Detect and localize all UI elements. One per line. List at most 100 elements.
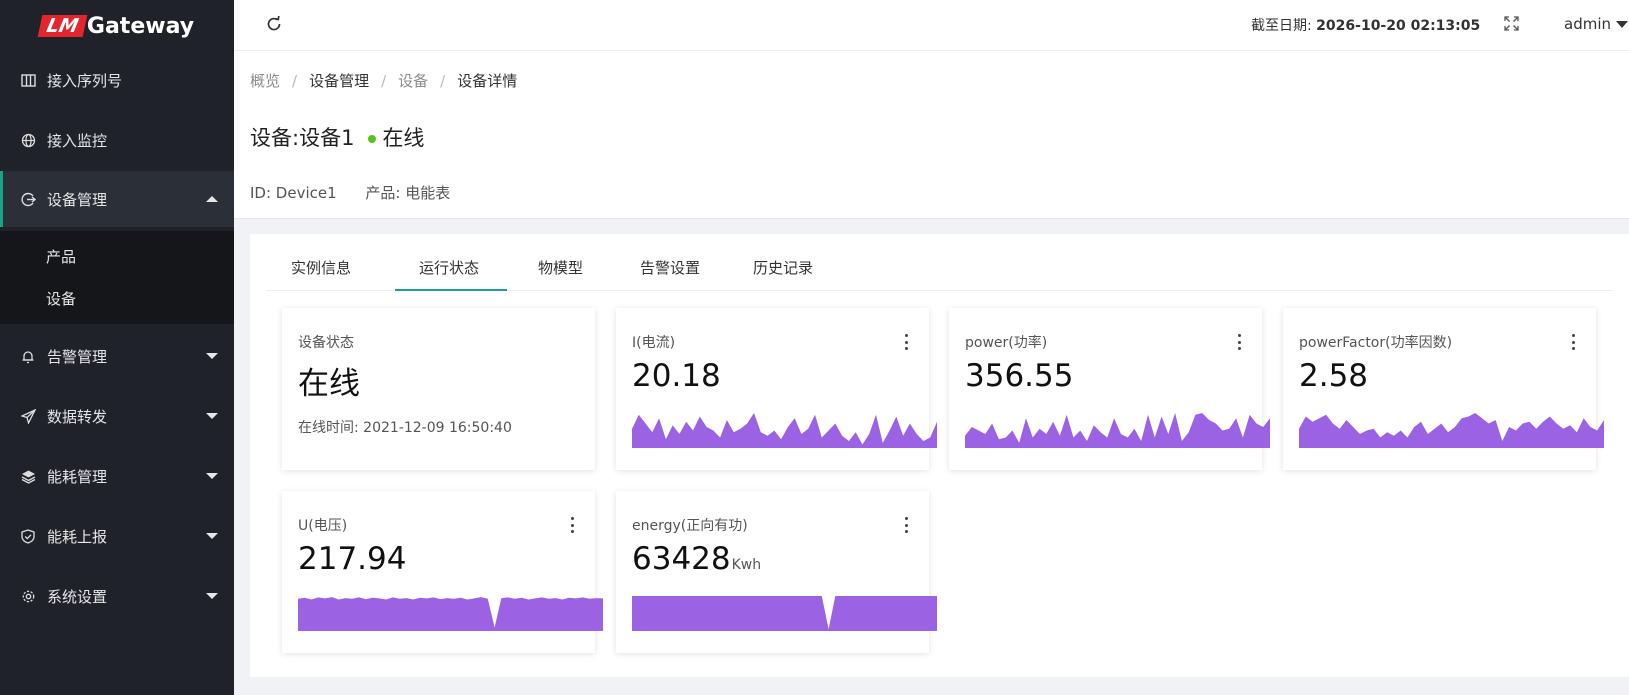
metric-card: I(电流) 20.18 [616,308,937,470]
sidebar-item-monitor[interactable]: 接入监控 [0,112,234,168]
globe-icon [20,132,36,148]
tab-instance-info[interactable]: 实例信息 [291,257,351,278]
sidebar-subitem-product[interactable]: 产品 [46,246,76,267]
sparkline-area [965,413,1270,448]
sidebar-item-energy-mgmt[interactable]: 能耗管理 [0,448,234,504]
shield-check-icon [20,528,36,544]
device-product: 产品: 电能表 [365,184,451,202]
card-value: 20.18 [632,358,721,394]
tab-bar: 实例信息 运行状态 物模型 告警设置 历史记录 [266,234,1613,291]
card-value: 217.94 [298,541,406,577]
sidebar-item-label: 告警管理 [47,347,108,366]
send-icon [20,408,36,424]
page-title: 设备:设备1 在线 [250,122,424,152]
tab-active-indicator [395,289,507,291]
device-icon [20,191,36,207]
refresh-icon[interactable] [264,14,284,34]
breadcrumb-separator: / [440,71,446,90]
sparkline-area [632,596,937,631]
metric-value: 2.58 [1299,358,1369,394]
breadcrumb-separator: / [381,71,387,90]
card-value: 在线 [298,366,360,402]
device-meta: ID: Device1 产品: 电能表 [250,182,474,203]
chevron-down-icon [206,533,218,539]
fullscreen-icon[interactable] [1504,16,1519,31]
device-title: 设备:设备1 [250,126,355,150]
chevron-down-icon [1616,20,1628,28]
breadcrumb-overview[interactable]: 概览 [250,70,280,91]
sidebar-item-forward[interactable]: 数据转发 [0,388,234,444]
cutoff-date-label: 截至日期: [1251,18,1317,34]
status-text: 在线 [382,126,425,150]
tab-thing-model[interactable]: 物模型 [538,257,583,278]
cutoff-date: 截至日期: 2026-10-20 02:13:05 [1251,15,1480,35]
sidebar-item-label: 接入序列号 [47,71,123,90]
sparkline [1299,413,1604,448]
breadcrumb-device[interactable]: 设备 [398,70,428,91]
device-id: ID: Device1 [250,184,337,202]
metric-value: 20.18 [632,358,721,394]
sidebar-item-label: 接入监控 [47,131,108,150]
more-icon[interactable] [1568,334,1578,350]
metric-card: power(功率) 356.55 [949,308,1270,470]
sparkline-area [1299,413,1604,448]
card-value: 356.55 [965,358,1073,394]
breadcrumb-device-detail: 设备详情 [457,72,518,90]
breadcrumb-separator: / [292,71,298,90]
chevron-up-icon [206,196,218,202]
tab-alarm-settings[interactable]: 告警设置 [640,257,700,278]
user-name: admin [1564,15,1611,33]
tab-history[interactable]: 历史记录 [753,257,813,278]
card-title: 设备状态 [298,335,354,351]
sparkline-area [298,597,603,631]
card-title: I(电流) [632,335,676,351]
sparkline [965,413,1270,448]
gear-icon [20,588,36,604]
sidebar-item-settings[interactable]: 系统设置 [0,568,234,624]
sidebar-subitem-device[interactable]: 设备 [46,288,76,309]
breadcrumb-device-mgmt[interactable]: 设备管理 [309,70,369,91]
tab-running-status[interactable]: 运行状态 [419,257,479,278]
cutoff-date-value: 2026-10-20 02:13:05 [1316,18,1481,34]
detail-panel: 实例信息 运行状态 物模型 告警设置 历史记录 设备状态 在线 在线时间: 20… [250,234,1629,677]
sidebar-item-label: 能耗上报 [47,527,108,546]
metric-value: 63428 [632,541,731,577]
sidebar: LM Gateway 接入序列号 接入监控 设备管理 产品 设备 告警管理 数据… [0,0,234,695]
more-icon[interactable] [567,517,577,533]
sidebar-item-device-mgmt[interactable]: 设备管理 [0,171,234,227]
metric-card: energy(正向有功) 63428Kwh [616,491,937,653]
metric-card: U(电压) 217.94 [282,491,603,653]
chevron-down-icon [206,473,218,479]
layers-icon [20,468,36,484]
card-title: powerFactor(功率因数) [1299,335,1453,351]
page-header: 概览 / 设备管理 / 设备 / 设备详情 设备:设备1 在线 ID: Devi… [234,51,1629,219]
metric-card: powerFactor(功率因数) 2.58 [1283,308,1604,470]
card-value: 2.58 [1299,358,1368,394]
more-icon[interactable] [901,517,911,533]
status-card: 设备状态 在线 在线时间: 2021-12-09 16:50:40 [282,308,595,470]
user-menu[interactable]: admin [1564,15,1628,33]
sparkline [632,596,937,631]
columns-icon [20,72,36,88]
top-header: 截至日期: 2026-10-20 02:13:05 admin [234,0,1629,51]
card-value: 63428Kwh [632,541,761,577]
status-dot [368,135,377,143]
sidebar-item-serial[interactable]: 接入序列号 [0,52,234,108]
sparkline-area [632,413,937,448]
card-title: energy(正向有功) [632,518,748,534]
chevron-down-icon [206,593,218,599]
logo[interactable]: LM Gateway [0,0,234,52]
sparkline [298,597,603,631]
online-time: 在线时间: 2021-12-09 16:50:40 [298,420,512,436]
more-icon[interactable] [1234,334,1244,350]
sidebar-item-alarm[interactable]: 告警管理 [0,328,234,384]
sidebar-item-energy-report[interactable]: 能耗上报 [0,508,234,564]
metric-unit: Kwh [731,557,762,573]
logo-text: Gateway [86,13,195,39]
breadcrumb: 概览 / 设备管理 / 设备 / 设备详情 [250,70,517,91]
metric-value: 356.55 [965,358,1074,394]
sidebar-item-label: 设备管理 [47,190,108,209]
chevron-down-icon [206,353,218,359]
more-icon[interactable] [901,334,911,350]
card-title: U(电压) [298,518,348,534]
